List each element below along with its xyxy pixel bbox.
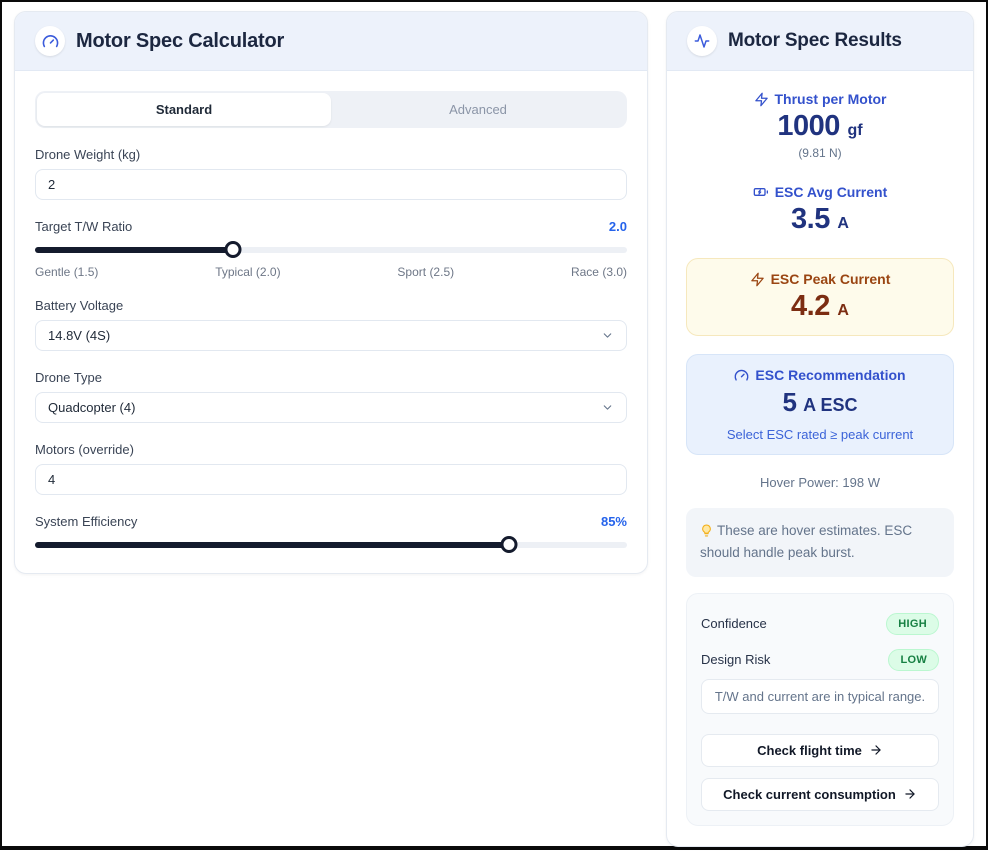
peak-current-card: ESC Peak Current 4.2 A	[686, 258, 954, 336]
field-battery-voltage: Battery Voltage 14.8V (4S)	[35, 298, 627, 351]
zap-icon	[754, 92, 769, 107]
battery-charging-icon	[753, 184, 769, 200]
peak-current-unit: A	[837, 302, 849, 319]
results-header: Motor Spec Results	[667, 12, 973, 71]
recommendation-label-row: ESC Recommendation	[699, 367, 941, 383]
avg-current-unit: A	[837, 215, 849, 232]
calculator-form: Standard Advanced Drone Weight (kg) Targ…	[15, 71, 647, 573]
esc-recommendation-card: ESC Recommendation 5 A ESC Select ESC ra…	[686, 354, 954, 455]
activity-icon	[687, 26, 717, 56]
confidence-label: Confidence	[701, 616, 767, 631]
assessment-summary: T/W and current are in typical range.	[701, 679, 939, 714]
results-panel: Motor Spec Results Thrust per Motor 1000…	[666, 11, 974, 847]
peak-current-label: ESC Peak Current	[771, 271, 891, 287]
tw-ratio-scale: Gentle (1.5) Typical (2.0) Sport (2.5) R…	[35, 265, 627, 279]
motors-label: Motors (override)	[35, 442, 627, 457]
tip-text: These are hover estimates. ESC should ha…	[700, 523, 912, 560]
peak-current-value: 4.2 A	[699, 290, 941, 323]
assessment-card: Confidence HIGH Design Risk LOW T/W and …	[686, 593, 954, 826]
avg-current-result: ESC Avg Current 3.5 A	[686, 184, 954, 236]
zap-icon	[750, 272, 765, 287]
drone-type-value: Quadcopter (4)	[48, 400, 135, 415]
gauge-icon	[734, 368, 749, 383]
lightbulb-icon	[700, 524, 713, 537]
field-drone-type: Drone Type Quadcopter (4)	[35, 370, 627, 423]
drone-type-label: Drone Type	[35, 370, 627, 385]
scale-race: Race (3.0)	[571, 265, 627, 279]
efficiency-slider[interactable]	[35, 536, 627, 553]
page: Motor Spec Calculator Standard Advanced …	[2, 2, 986, 856]
arrow-right-icon	[869, 743, 883, 757]
motors-input[interactable]	[35, 464, 627, 495]
tab-standard[interactable]: Standard	[37, 93, 331, 126]
results-title: Motor Spec Results	[728, 30, 902, 52]
slider-thumb[interactable]	[225, 241, 242, 258]
calculator-panel: Motor Spec Calculator Standard Advanced …	[14, 11, 648, 574]
slider-fill	[35, 247, 233, 253]
scale-typical: Typical (2.0)	[215, 265, 280, 279]
battery-voltage-value: 14.8V (4S)	[48, 328, 110, 343]
battery-voltage-select[interactable]: 14.8V (4S)	[35, 320, 627, 351]
field-tw-ratio: Target T/W Ratio 2.0 Gentle (1.5) Typica…	[35, 219, 627, 279]
slider-thumb[interactable]	[500, 536, 517, 553]
drone-weight-label: Drone Weight (kg)	[35, 147, 627, 162]
confidence-badge: HIGH	[886, 613, 939, 635]
drone-weight-input[interactable]	[35, 169, 627, 200]
arrow-right-icon	[903, 787, 917, 801]
field-efficiency: System Efficiency 85%	[35, 514, 627, 553]
gauge-icon	[35, 26, 65, 56]
check-flight-time-button[interactable]: Check flight time	[701, 734, 939, 767]
recommendation-value: 5 A ESC	[699, 387, 941, 418]
thrust-unit: gf	[847, 122, 862, 139]
design-risk-label: Design Risk	[701, 652, 770, 667]
avg-current-value: 3.5 A	[686, 203, 954, 236]
field-motors: Motors (override)	[35, 442, 627, 495]
avg-current-label: ESC Avg Current	[775, 184, 888, 200]
recommendation-unit: A ESC	[803, 395, 857, 415]
thrust-label: Thrust per Motor	[775, 91, 887, 107]
design-risk-badge: LOW	[888, 649, 939, 671]
efficiency-value: 85%	[601, 514, 627, 529]
scale-sport: Sport (2.5)	[397, 265, 454, 279]
thrust-result: Thrust per Motor 1000 gf (9.81 N)	[686, 91, 954, 160]
results-body: Thrust per Motor 1000 gf (9.81 N) ESC Av…	[667, 71, 973, 846]
calculator-header: Motor Spec Calculator	[15, 12, 647, 71]
recommendation-note: Select ESC rated ≥ peak current	[699, 427, 941, 442]
check-flight-time-label: Check flight time	[757, 743, 862, 758]
calculator-title: Motor Spec Calculator	[76, 30, 284, 53]
scale-gentle: Gentle (1.5)	[35, 265, 98, 279]
mode-tabs: Standard Advanced	[35, 91, 627, 128]
avg-current-label-row: ESC Avg Current	[686, 184, 954, 200]
tw-ratio-slider[interactable]	[35, 241, 627, 258]
field-drone-weight: Drone Weight (kg)	[35, 147, 627, 200]
efficiency-label: System Efficiency	[35, 514, 137, 529]
confidence-row: Confidence HIGH	[701, 613, 939, 635]
tab-advanced[interactable]: Advanced	[331, 93, 625, 126]
peak-current-label-row: ESC Peak Current	[699, 271, 941, 287]
check-current-consumption-label: Check current consumption	[723, 787, 896, 802]
battery-voltage-label: Battery Voltage	[35, 298, 627, 313]
thrust-value: 1000 gf	[686, 110, 954, 143]
check-current-consumption-button[interactable]: Check current consumption	[701, 778, 939, 811]
drone-type-select[interactable]: Quadcopter (4)	[35, 392, 627, 423]
thrust-newton: (9.81 N)	[686, 146, 954, 160]
tip-box: These are hover estimates. ESC should ha…	[686, 508, 954, 577]
chevron-down-icon	[601, 401, 614, 414]
thrust-label-row: Thrust per Motor	[686, 91, 954, 107]
chevron-down-icon	[601, 329, 614, 342]
recommendation-label: ESC Recommendation	[755, 367, 905, 383]
design-risk-row: Design Risk LOW	[701, 649, 939, 671]
hover-power: Hover Power: 198 W	[686, 475, 954, 490]
slider-fill	[35, 542, 509, 548]
tw-ratio-value: 2.0	[609, 219, 627, 234]
tw-ratio-label: Target T/W Ratio	[35, 219, 132, 234]
